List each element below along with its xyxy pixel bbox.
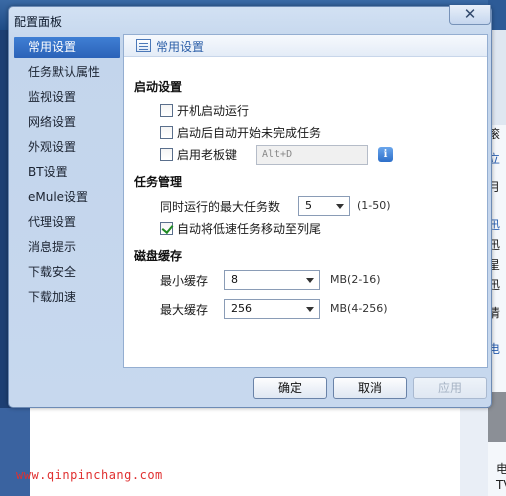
run-on-boot-label: 开机启动运行 <box>177 103 250 118</box>
sidebar-item-monitor[interactable]: 监视设置 <box>14 87 120 108</box>
sidebar-item-download-acceleration[interactable]: 下载加速 <box>14 287 120 308</box>
section-title-tasks: 任务管理 <box>134 175 183 189</box>
auto-start-tasks-option[interactable]: 启动后自动开始未完成任务 <box>160 124 321 140</box>
settings-content-panel: 常用设置 启动设置 开机启动运行 启动后自动开始未完成任务 启用老板键 Alt+… <box>123 34 488 368</box>
bg-text: TV <box>496 478 506 492</box>
max-cache-select[interactable]: 256 <box>224 299 320 319</box>
section-title-cache: 磁盘缓存 <box>134 249 183 263</box>
min-cache-value: 8 <box>231 273 238 286</box>
config-dialog: 配置面板 ✕ 常用设置 任务默认属性 监视设置 网络设置 外观设置 BT设置 e… <box>8 5 492 408</box>
min-cache-range: MB(2-16) <box>330 273 381 286</box>
settings-page-icon <box>136 39 151 52</box>
max-tasks-range: (1-50) <box>357 199 391 212</box>
auto-start-tasks-checkbox[interactable] <box>160 125 173 139</box>
watermark: www.qinpinchang.com <box>16 468 163 482</box>
max-cache-label: 最大缓存 <box>160 303 209 317</box>
sidebar-item-proxy[interactable]: 代理设置 <box>14 212 120 233</box>
bg-left-strip <box>0 408 30 496</box>
close-button[interactable]: ✕ <box>449 5 491 25</box>
sidebar-item-download-security[interactable]: 下载安全 <box>14 262 120 283</box>
max-tasks-select[interactable]: 5 <box>298 196 350 216</box>
max-tasks-value: 5 <box>305 199 312 212</box>
boss-key-option[interactable]: 启用老板键 <box>160 146 237 162</box>
sidebar-item-notifications[interactable]: 消息提示 <box>14 237 120 258</box>
auto-move-slow-label: 自动将低速任务移动至列尾 <box>177 221 322 236</box>
ok-button[interactable]: 确定 <box>253 377 327 399</box>
content-header: 常用设置 <box>124 35 487 57</box>
run-on-boot-checkbox[interactable] <box>160 103 173 117</box>
content-header-title: 常用设置 <box>156 40 205 54</box>
close-icon: ✕ <box>463 5 477 23</box>
chevron-down-icon <box>306 278 314 283</box>
bg-mid-strip <box>30 408 460 496</box>
min-cache-select[interactable]: 8 <box>224 270 320 290</box>
sidebar-item-network[interactable]: 网络设置 <box>14 112 120 133</box>
boss-key-input[interactable]: Alt+D <box>256 145 368 165</box>
max-tasks-label: 同时运行的最大任务数 <box>160 200 281 214</box>
sidebar-item-task-defaults[interactable]: 任务默认属性 <box>14 62 120 83</box>
min-cache-label: 最小缓存 <box>160 274 209 288</box>
chevron-down-icon <box>306 307 314 312</box>
boss-key-checkbox[interactable] <box>160 147 173 161</box>
bg-text: 电 <box>496 462 506 476</box>
max-cache-value: 256 <box>231 302 252 315</box>
auto-start-tasks-label: 启动后自动开始未完成任务 <box>177 125 322 140</box>
section-title-startup: 启动设置 <box>134 80 183 94</box>
run-on-boot-option[interactable]: 开机启动运行 <box>160 102 249 118</box>
info-icon[interactable]: i <box>378 147 393 162</box>
auto-move-slow-option[interactable]: 自动将低速任务移动至列尾 <box>160 220 321 236</box>
bg-edge <box>460 408 488 496</box>
dialog-title: 配置面板 <box>14 15 63 29</box>
sidebar-item-emule[interactable]: eMule设置 <box>14 187 120 208</box>
settings-sidebar: 常用设置 任务默认属性 监视设置 网络设置 外观设置 BT设置 eMule设置 … <box>12 34 120 368</box>
apply-button[interactable]: 应用 <box>413 377 487 399</box>
auto-move-slow-checkbox[interactable] <box>160 221 173 235</box>
sidebar-item-appearance[interactable]: 外观设置 <box>14 137 120 158</box>
sidebar-item-general[interactable]: 常用设置 <box>14 37 120 58</box>
background-app-bottom <box>0 408 488 496</box>
sidebar-item-bt[interactable]: BT设置 <box>14 162 120 183</box>
max-cache-range: MB(4-256) <box>330 302 388 315</box>
cancel-button[interactable]: 取消 <box>333 377 407 399</box>
chevron-down-icon <box>336 204 344 209</box>
boss-key-label: 启用老板键 <box>177 147 238 162</box>
